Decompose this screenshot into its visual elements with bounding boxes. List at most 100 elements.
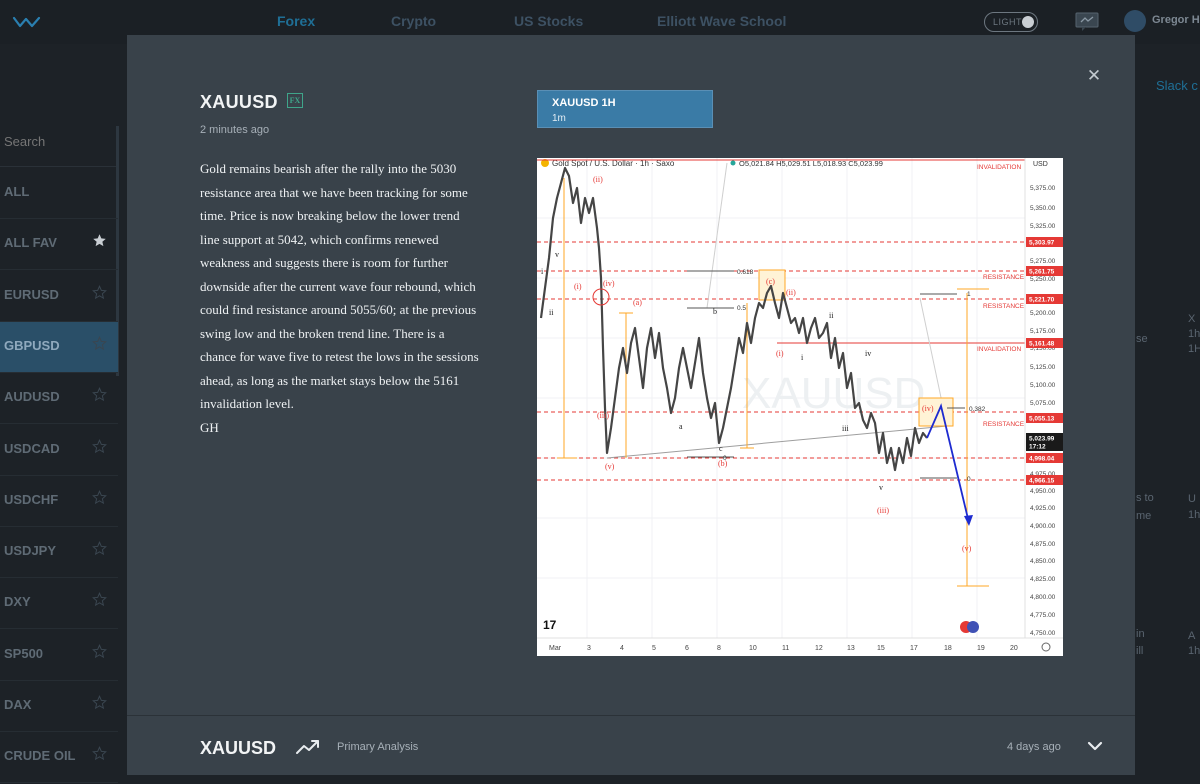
wave-label: c [719,444,723,453]
wave-label: i [541,267,544,276]
avatar[interactable] [1124,10,1146,32]
sidebar-item-eurusd[interactable]: EURUSD [0,271,118,322]
search-input[interactable] [4,134,114,149]
close-icon[interactable]: ✕ [1085,67,1103,85]
svg-text:5,303.97: 5,303.97 [1029,240,1055,247]
fib-label: 0 [967,476,971,483]
time-tick-label: 8 [717,645,721,652]
star-icon[interactable] [92,233,107,248]
sidebar-item-all-fav[interactable]: ALL FAV [0,219,118,271]
star-icon[interactable] [92,592,107,607]
price-tick-label: 5,175.00 [1030,328,1056,335]
price-tick-label: 5,100.00 [1030,382,1056,389]
svg-text:4,966.15: 4,966.15 [1029,478,1055,485]
sidebar-item-crude-oil[interactable]: CRUDE OIL [0,732,118,784]
price-tag: 5,055.13 [1026,413,1063,423]
wave-label: (iv) [603,279,615,288]
wave-label: (i) [574,282,582,291]
time-tick-label: Mar [549,645,562,652]
sidebar-item-all[interactable]: ALL [0,168,118,219]
chart-watermark: XAUUSD [742,369,925,418]
chart-image[interactable]: XAUUSD Gold Spot / U.S. Dollar · 1h · Sa… [537,158,1063,656]
sidebar-item-label: SP500 [4,645,44,661]
feed-fragment: 1h [1188,328,1200,340]
sidebar-item-label: DXY [4,594,31,610]
price-tag: 4,998.04 [1026,453,1063,463]
brand-logo-icon[interactable] [12,14,42,30]
wave-label: ii [829,311,834,320]
star-icon[interactable] [92,489,107,505]
sidebar-item-usdjpy[interactable]: USDJPY [0,527,118,579]
user-name[interactable]: Gregor H [1152,14,1200,26]
sidebar-item-audusd[interactable]: AUDUSD [0,373,118,425]
star-icon[interactable] [92,643,107,659]
feed-fragment: me [1136,510,1152,522]
time-tick-label: 15 [877,645,885,652]
wave-label: (ii) [593,175,603,184]
theme-toggle[interactable]: LIGHT [984,12,1038,32]
sidebar-item-usdchf[interactable]: USDCHF [0,476,118,527]
analysis-text: Gold remains bearish after the rally int… [200,157,480,439]
sidebar-item-sp500[interactable]: SP500 [0,630,118,681]
feed-fragment: 1h [1188,645,1200,657]
wave-label: (ii) [786,288,796,297]
nav-forex[interactable]: Forex [277,13,315,29]
time-tick-label: 18 [944,645,952,652]
feed-fragment: X [1188,313,1196,325]
star-icon[interactable] [92,387,107,402]
wave-label: iv [865,349,871,358]
nav-crypto[interactable]: Crypto [391,13,436,29]
price-tick-label: 5,200.00 [1030,310,1056,317]
wave-label: i [801,353,804,362]
nav-elliott-wave-school[interactable]: Elliott Wave School [657,13,786,29]
chart-tab[interactable]: XAUUSD 1H 1m [537,90,713,128]
nav-us-stocks[interactable]: US Stocks [514,13,583,29]
background-feed: X 1h se 1H s to me U 1h in ill A 1h [1136,100,1200,784]
sidebar-item-label: DAX [4,697,32,712]
price-tick-label: 4,825.00 [1030,576,1056,583]
chat-icon[interactable] [1075,12,1099,32]
divider [0,166,118,167]
feed-fragment: U [1188,493,1196,505]
wave-label: (i) [776,349,784,358]
wave-label: v [555,250,559,259]
star-icon[interactable] [92,335,107,351]
slack-link[interactable]: Slack c [1156,78,1198,93]
footer-title[interactable]: XAUUSD [200,738,276,759]
fib-label: 0.382 [969,406,986,413]
wave-label: b [713,307,717,316]
star-icon[interactable] [92,746,107,761]
price-tick-label: 4,750.00 [1030,630,1056,637]
star-icon[interactable] [92,284,107,300]
svg-text:4,998.04: 4,998.04 [1029,456,1055,463]
sidebar-item-dax[interactable]: DAX [0,681,118,732]
wave-label: ii [549,308,554,317]
sidebar-item-label: USDJPY [4,543,57,559]
sidebar-item-label: USDCHF [4,491,59,507]
feed-fragment: ill [1136,645,1144,657]
sidebar-item-usdcad[interactable]: USDCAD [0,425,118,476]
time-tick-label: 3 [587,645,591,652]
sidebar-item-label: USDCAD [4,440,60,456]
chevron-down-icon[interactable] [1087,738,1103,754]
wave-label: (v) [962,544,972,553]
price-tag: 5,161.48 [1026,338,1063,348]
time-tick-label: 11 [782,645,789,652]
time-tick-label: 4 [620,645,624,652]
sidebar-item-gbpusd[interactable]: GBPUSD [0,321,118,373]
feed-fragment: 1h [1188,509,1200,521]
wave-label: v [879,483,883,492]
price-tag: 4,966.15 [1026,475,1063,485]
sidebar-item-label: CRUDE OIL [4,748,76,764]
price-tick-label: 4,800.00 [1030,594,1056,601]
star-icon[interactable] [92,438,107,454]
chart-tab-title: XAUUSD 1H [552,97,616,109]
price-tag: 5,221.70 [1026,294,1063,304]
price-tick-label: 4,875.00 [1030,541,1056,548]
star-icon[interactable] [92,695,107,710]
price-tick-label: 4,900.00 [1030,523,1056,530]
wave-label: (iii) [597,411,609,420]
sidebar-item-dxy[interactable]: DXY [0,578,118,630]
star-icon[interactable] [92,541,107,556]
fx-badge: FX [287,93,303,108]
